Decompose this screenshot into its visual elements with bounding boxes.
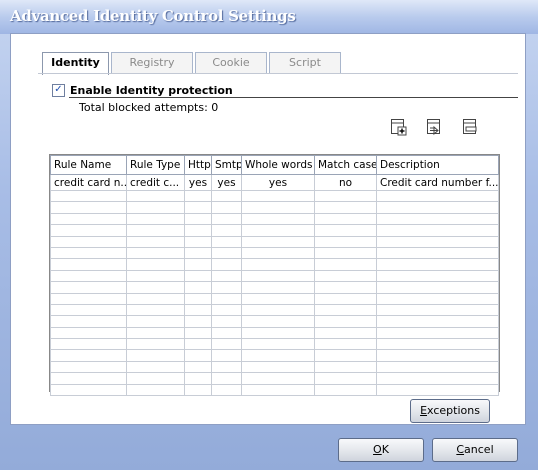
- cancel-label: ancel: [464, 443, 494, 456]
- empty-row: [50, 383, 499, 397]
- rules-table[interactable]: Rule Name Rule Type Http Smtp Whole word…: [50, 155, 499, 397]
- empty-row: [50, 189, 499, 203]
- enable-identity-label[interactable]: Enable Identity protection: [70, 84, 233, 97]
- empty-row: [50, 360, 499, 374]
- empty-row: [50, 292, 499, 305]
- tab-script[interactable]: Script: [269, 52, 341, 73]
- empty-row: [50, 349, 499, 362]
- section-divider: [69, 97, 518, 98]
- rules-table-header: Rule Name Rule Type Http Smtp Whole word…: [50, 155, 499, 175]
- empty-row: [50, 224, 499, 237]
- ok-mnemonic: O: [373, 443, 382, 456]
- empty-row: [50, 338, 499, 351]
- column-header[interactable]: Rule Name: [50, 155, 127, 175]
- title-bar[interactable]: Advanced Identity Control Settings: [0, 0, 538, 34]
- tab-cookie[interactable]: Cookie: [195, 52, 267, 73]
- ok-button[interactable]: OK: [338, 438, 424, 462]
- empty-row: [50, 281, 499, 294]
- tab-strip: Identity Registry Cookie Script: [42, 52, 343, 75]
- rule-name-cell: credit card n...: [50, 174, 127, 191]
- empty-row: [50, 246, 499, 260]
- column-header[interactable]: Smtp: [211, 155, 242, 175]
- cancel-mnemonic: C: [456, 443, 465, 456]
- exceptions-mnemonic: E: [420, 404, 428, 417]
- cancel-button[interactable]: Cancel: [432, 438, 518, 462]
- column-header[interactable]: Rule Type: [126, 155, 185, 175]
- column-header[interactable]: Description: [376, 155, 499, 175]
- description-cell: Credit card number f...: [376, 174, 499, 191]
- add-rule-icon[interactable]: [390, 118, 407, 136]
- whole-words-cell: yes: [241, 174, 315, 191]
- empty-row: [50, 235, 499, 248]
- empty-row: [50, 269, 499, 283]
- table-row[interactable]: credit card n... credit c... yes yes yes…: [50, 174, 499, 191]
- empty-row: [50, 315, 499, 328]
- rule-type-cell: credit c...: [126, 174, 185, 191]
- empty-row: [50, 212, 499, 226]
- empty-row: [50, 303, 499, 317]
- blocked-attempts-text: Total blocked attempts: 0: [79, 101, 219, 114]
- exceptions-button[interactable]: Exceptions: [410, 399, 490, 423]
- exceptions-label: xceptions: [427, 404, 480, 417]
- empty-row: [50, 326, 499, 340]
- smtp-cell: yes: [211, 174, 242, 191]
- tab-identity[interactable]: Identity: [42, 52, 109, 75]
- tab-registry[interactable]: Registry: [111, 52, 193, 73]
- empty-row: [50, 201, 499, 214]
- http-cell: yes: [184, 174, 212, 191]
- match-case-cell: no: [314, 174, 377, 191]
- empty-row: [50, 372, 499, 385]
- column-header[interactable]: Whole words: [241, 155, 315, 175]
- enable-identity-checkbox[interactable]: ✓: [52, 84, 65, 97]
- column-header[interactable]: Match case: [314, 155, 377, 175]
- settings-dialog: Advanced Identity Control Settings Ident…: [0, 0, 538, 470]
- ok-label: K: [381, 443, 389, 456]
- window-title: Advanced Identity Control Settings: [10, 7, 296, 25]
- delete-rule-icon[interactable]: [462, 118, 479, 136]
- empty-row: [50, 258, 499, 271]
- column-header[interactable]: Http: [184, 155, 212, 175]
- edit-rule-icon[interactable]: [426, 118, 443, 136]
